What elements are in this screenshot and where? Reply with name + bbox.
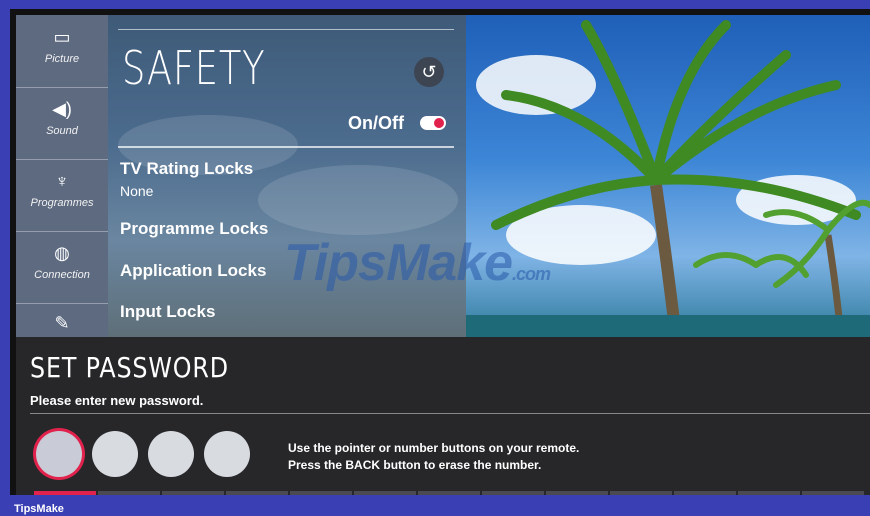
keypad-key[interactable] [802, 491, 864, 495]
back-button[interactable]: ↺ [414, 57, 444, 87]
keypad-key[interactable] [290, 491, 352, 495]
hint-line-2: Press the BACK button to erase the numbe… [288, 458, 542, 472]
keypad-key[interactable] [98, 491, 160, 495]
sidebar-item-label: Connection [34, 269, 90, 281]
globe-icon: ◍ [54, 243, 70, 263]
page-title: SAFETY [122, 41, 266, 95]
back-arrow-icon: ↺ [421, 62, 437, 82]
input-locks-item[interactable]: Input Locks [120, 302, 215, 322]
sidebar-item-label: Picture [44, 53, 80, 65]
watermark: TipsMake.com [284, 233, 551, 293]
password-digit-1[interactable] [36, 431, 82, 477]
divider [30, 413, 870, 414]
sidebar-item-label: Sound [46, 125, 78, 137]
speaker-icon: ◀) [52, 99, 72, 119]
cloud-decoration [258, 165, 458, 235]
keypad-key[interactable] [226, 491, 288, 495]
watermark-text: TipsMake [284, 234, 513, 292]
sidebar-item-programmes[interactable]: ♆ Programmes [16, 159, 108, 232]
divider [118, 146, 454, 148]
dialog-title: SET PASSWORD [30, 351, 229, 384]
application-locks-item[interactable]: Application Locks [120, 261, 266, 281]
tv-screen: ▭ Picture ◀) Sound ♆ Programmes ◍ Connec… [16, 15, 870, 495]
wrench-icon: ✎ [54, 313, 70, 333]
keypad-key[interactable] [674, 491, 736, 495]
tv-rating-locks-item[interactable]: TV Rating Locks [120, 159, 253, 179]
password-digit-4[interactable] [204, 431, 250, 477]
picture-icon: ▭ [53, 27, 71, 47]
settings-sidebar: ▭ Picture ◀) Sound ♆ Programmes ◍ Connec… [16, 15, 108, 337]
keypad-key[interactable] [34, 491, 96, 495]
sidebar-item-picture[interactable]: ▭ Picture [16, 15, 108, 88]
keypad-key[interactable] [354, 491, 416, 495]
dialog-subtitle: Please enter new password. [30, 393, 204, 408]
sidebar-item-connection[interactable]: ◍ Connection [16, 231, 108, 304]
keypad-key[interactable] [546, 491, 608, 495]
keypad-key[interactable] [162, 491, 224, 495]
tv-rating-locks-value: None [120, 183, 154, 199]
password-digit-2[interactable] [92, 431, 138, 477]
toggle-knob [434, 118, 444, 128]
footer-brand: TipsMake [14, 503, 64, 515]
safety-toggle[interactable] [420, 116, 446, 130]
sidebar-item-sound[interactable]: ◀) Sound [16, 87, 108, 160]
onoff-label: On/Off [348, 113, 404, 133]
keypad-key[interactable] [738, 491, 800, 495]
number-keypad-strip [30, 491, 870, 495]
tv-frame: ▭ Picture ◀) Sound ♆ Programmes ◍ Connec… [10, 9, 870, 495]
keypad-key[interactable] [482, 491, 544, 495]
programme-locks-item[interactable]: Programme Locks [120, 219, 268, 239]
hint-line-1: Use the pointer or number buttons on you… [288, 441, 580, 455]
set-password-dialog: SET PASSWORD Please enter new password. … [16, 337, 870, 495]
divider [118, 29, 454, 30]
keypad-key[interactable] [610, 491, 672, 495]
password-digit-3[interactable] [148, 431, 194, 477]
antenna-icon: ♆ [55, 171, 69, 191]
sidebar-item-label: Programmes [30, 197, 94, 209]
watermark-suffix: .com [512, 264, 551, 284]
keypad-key[interactable] [418, 491, 480, 495]
